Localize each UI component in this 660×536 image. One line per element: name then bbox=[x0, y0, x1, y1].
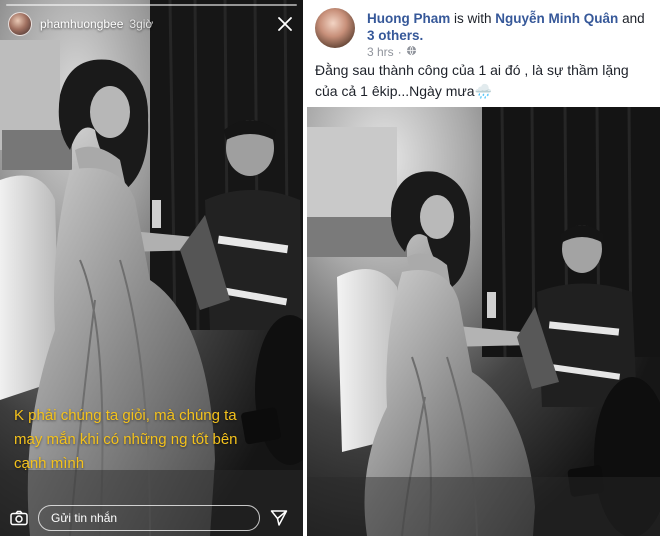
story-progress-bar bbox=[6, 4, 297, 6]
facebook-post: Huong Pham is with Nguyễn Minh Quân and … bbox=[303, 0, 660, 536]
story-footer bbox=[0, 500, 303, 536]
send-icon[interactable] bbox=[268, 507, 290, 529]
with-label: is with bbox=[454, 11, 492, 26]
post-text: Đằng sau thành công của 1 ai đó , là sự … bbox=[315, 62, 629, 99]
story-header: phamhuongbee 3giờ bbox=[8, 10, 295, 38]
reply-message-input[interactable] bbox=[38, 505, 260, 531]
avatar[interactable] bbox=[8, 12, 32, 36]
post-title: Huong Pham is with Nguyễn Minh Quân and … bbox=[367, 10, 652, 44]
post-photo[interactable] bbox=[307, 107, 660, 536]
avatar[interactable] bbox=[315, 8, 355, 48]
post-timestamp[interactable]: 3 hrs bbox=[367, 45, 394, 59]
story-caption: K phải chúng ta giỏi, mà chúng ta may mắ… bbox=[14, 407, 238, 472]
camera-icon[interactable] bbox=[8, 507, 30, 529]
story-username[interactable]: phamhuongbee bbox=[40, 17, 123, 31]
post-photo-image bbox=[307, 107, 660, 536]
meta-separator: · bbox=[397, 45, 402, 59]
close-icon[interactable] bbox=[275, 14, 295, 34]
and-label: and bbox=[622, 11, 645, 26]
story-timestamp: 3giờ bbox=[129, 17, 154, 31]
post-meta: 3 hrs · bbox=[367, 45, 417, 59]
others-link[interactable]: 3 others. bbox=[367, 28, 423, 43]
globe-icon[interactable] bbox=[406, 45, 417, 59]
post-header: Huong Pham is with Nguyễn Minh Quân and … bbox=[315, 8, 652, 59]
instagram-story: phamhuongbee 3giờ K phải chúng ta giỏi, … bbox=[0, 0, 303, 536]
author-name-link[interactable]: Huong Pham bbox=[367, 11, 450, 26]
tagged-user-link[interactable]: Nguyễn Minh Quân bbox=[495, 11, 618, 26]
